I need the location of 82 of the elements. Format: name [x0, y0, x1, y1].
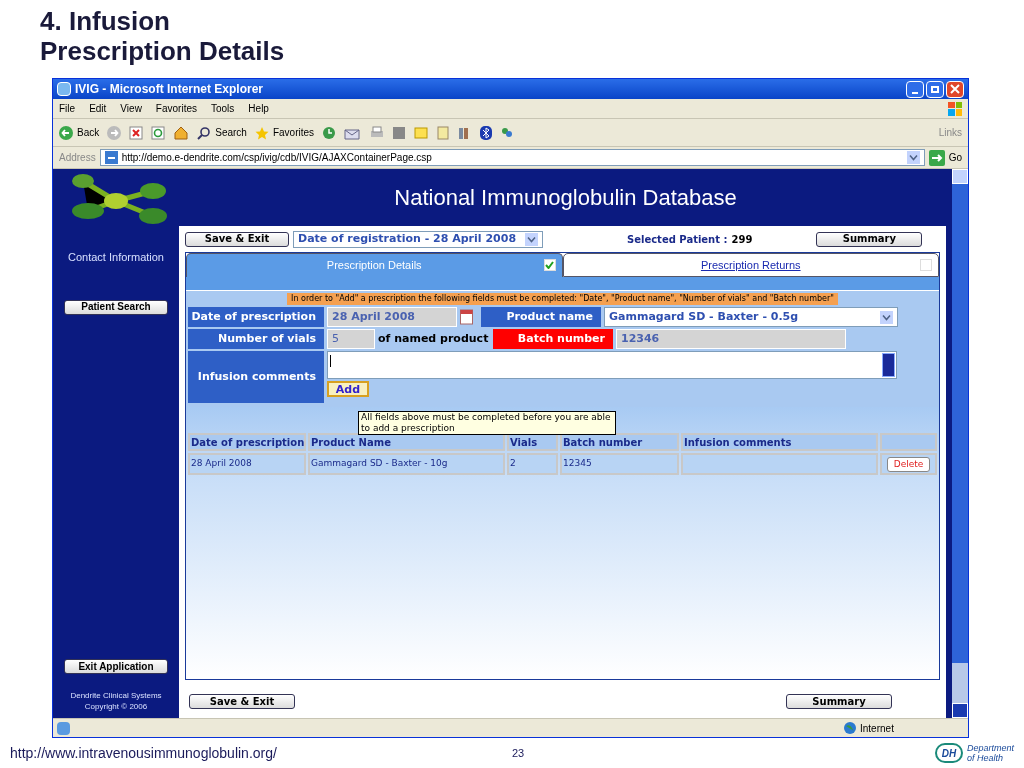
tab-checkbox[interactable] — [920, 259, 932, 271]
close-button[interactable] — [946, 80, 964, 98]
menu-item[interactable]: File — [59, 101, 76, 116]
summary-button[interactable]: Summary — [816, 231, 923, 247]
copyright-text: Dendrite Clinical Systems — [70, 690, 162, 701]
back-button[interactable]: Back — [59, 125, 100, 140]
field-label: Number of vials — [188, 329, 324, 349]
address-field[interactable]: http://demo.e-dendrite.com/csp/ivig/cdb/IVIG/AJAXContainerPage.csp — [99, 149, 925, 166]
page-number: 23 — [512, 745, 525, 761]
search-button[interactable]: Search — [197, 125, 247, 140]
column-header — [880, 433, 937, 451]
printer-icon[interactable] — [370, 125, 385, 140]
star-icon — [254, 125, 269, 140]
menu-item[interactable]: Favorites — [155, 101, 197, 116]
contact-information-link[interactable]: Contact Information — [68, 249, 164, 266]
selected-patient-value: 299 — [731, 232, 753, 247]
column-header: Date of prescription — [188, 433, 306, 451]
history-icon[interactable] — [322, 125, 337, 140]
stop-icon[interactable] — [129, 125, 144, 140]
field-label: Batch number — [493, 329, 613, 349]
footer-url[interactable]: http://www.intravenousimmunoglobulin.org/ — [10, 742, 490, 764]
slide-title: 4. Infusion — [40, 6, 171, 36]
window-title: IVIG - Microsoft Internet Explorer — [75, 81, 264, 98]
refresh-icon[interactable] — [151, 125, 166, 140]
menu-item[interactable]: Help — [248, 101, 269, 116]
address-label: Address — [59, 151, 96, 165]
dropdown-arrow-icon[interactable] — [906, 151, 920, 164]
summary-button[interactable]: Summary — [786, 694, 892, 709]
go-button[interactable]: Go — [928, 149, 962, 166]
save-exit-button[interactable]: Save & Exit — [185, 231, 289, 247]
field-label: Product name — [481, 307, 601, 327]
table-cell: 2 — [507, 453, 558, 475]
field-label: Date of prescription — [188, 307, 324, 327]
calendar-icon[interactable] — [460, 309, 473, 325]
messenger-icon[interactable] — [500, 125, 515, 140]
department-text: of Health — [966, 753, 1004, 763]
tab-checkbox[interactable] — [543, 259, 556, 271]
tab[interactable]: Prescription Returns — [562, 253, 939, 277]
table-cell: Gammagard SD - Baxter - 10g — [308, 453, 505, 475]
table-cell: 28 April 2008 — [188, 453, 306, 475]
registration-dropdown[interactable]: Date of registration - 28 April 2008 — [293, 230, 543, 248]
forward-arrow-icon[interactable] — [107, 125, 122, 140]
back-arrow-icon — [59, 125, 73, 140]
delete-button[interactable]: Delete — [886, 456, 931, 472]
field-label: Infusion comments — [188, 351, 324, 403]
table-cell: 12345 — [560, 453, 679, 475]
patient-search-button[interactable]: Patient Search — [64, 299, 168, 315]
favorites-button[interactable]: Favorites — [254, 125, 315, 140]
slide-title: Prescription Details — [40, 36, 286, 66]
minimize-button[interactable] — [906, 80, 924, 98]
date-field[interactable]: 28 April 2008 — [327, 307, 457, 327]
security-zone: Internet — [860, 721, 894, 736]
scroll-arrows-icon[interactable] — [882, 353, 895, 377]
tooltip: All fields above must be completed before you are able to add a prescription — [358, 411, 616, 435]
home-icon[interactable] — [173, 125, 190, 140]
column-header: Product Name — [308, 433, 505, 451]
dh-badge: DH — [934, 743, 963, 763]
infusion-comments-field[interactable] — [327, 351, 897, 379]
required-fields-notice: In order to "Add" a prescription the following fields must be completed: "Date", "Product name", "Number of vials" and "Batch number" — [287, 293, 838, 305]
exit-application-button[interactable]: Exit Application — [64, 659, 168, 674]
menu-item[interactable]: Tools — [211, 101, 235, 116]
selected-patient-label: Selected Patient : — [627, 232, 728, 247]
copyright-text: Copyright © 2006 — [84, 701, 148, 712]
add-button[interactable]: Add — [327, 381, 369, 397]
menu-item[interactable]: View — [120, 101, 142, 116]
vials-suffix: of named product — [378, 330, 490, 347]
save-exit-button[interactable]: Save & Exit — [189, 694, 295, 709]
column-header: Infusion comments — [681, 433, 878, 451]
vials-field[interactable]: 5 — [327, 329, 375, 349]
windows-logo-icon — [948, 101, 962, 116]
department-text: Department — [966, 743, 1014, 753]
close-icon — [950, 84, 960, 94]
batch-number-field[interactable]: 12346 — [616, 329, 846, 349]
scrollbar[interactable] — [952, 169, 968, 718]
app-title: National Immunoglobulin Database — [394, 184, 737, 212]
column-header: Batch number — [560, 433, 679, 451]
product-dropdown[interactable]: Gammagard SD - Baxter - 0.5g — [604, 307, 898, 327]
bluetooth-icon[interactable] — [480, 125, 493, 140]
globe-icon — [844, 722, 856, 734]
search-icon — [197, 125, 212, 140]
restore-button[interactable] — [926, 80, 944, 98]
menu-item[interactable]: Edit — [89, 101, 107, 116]
